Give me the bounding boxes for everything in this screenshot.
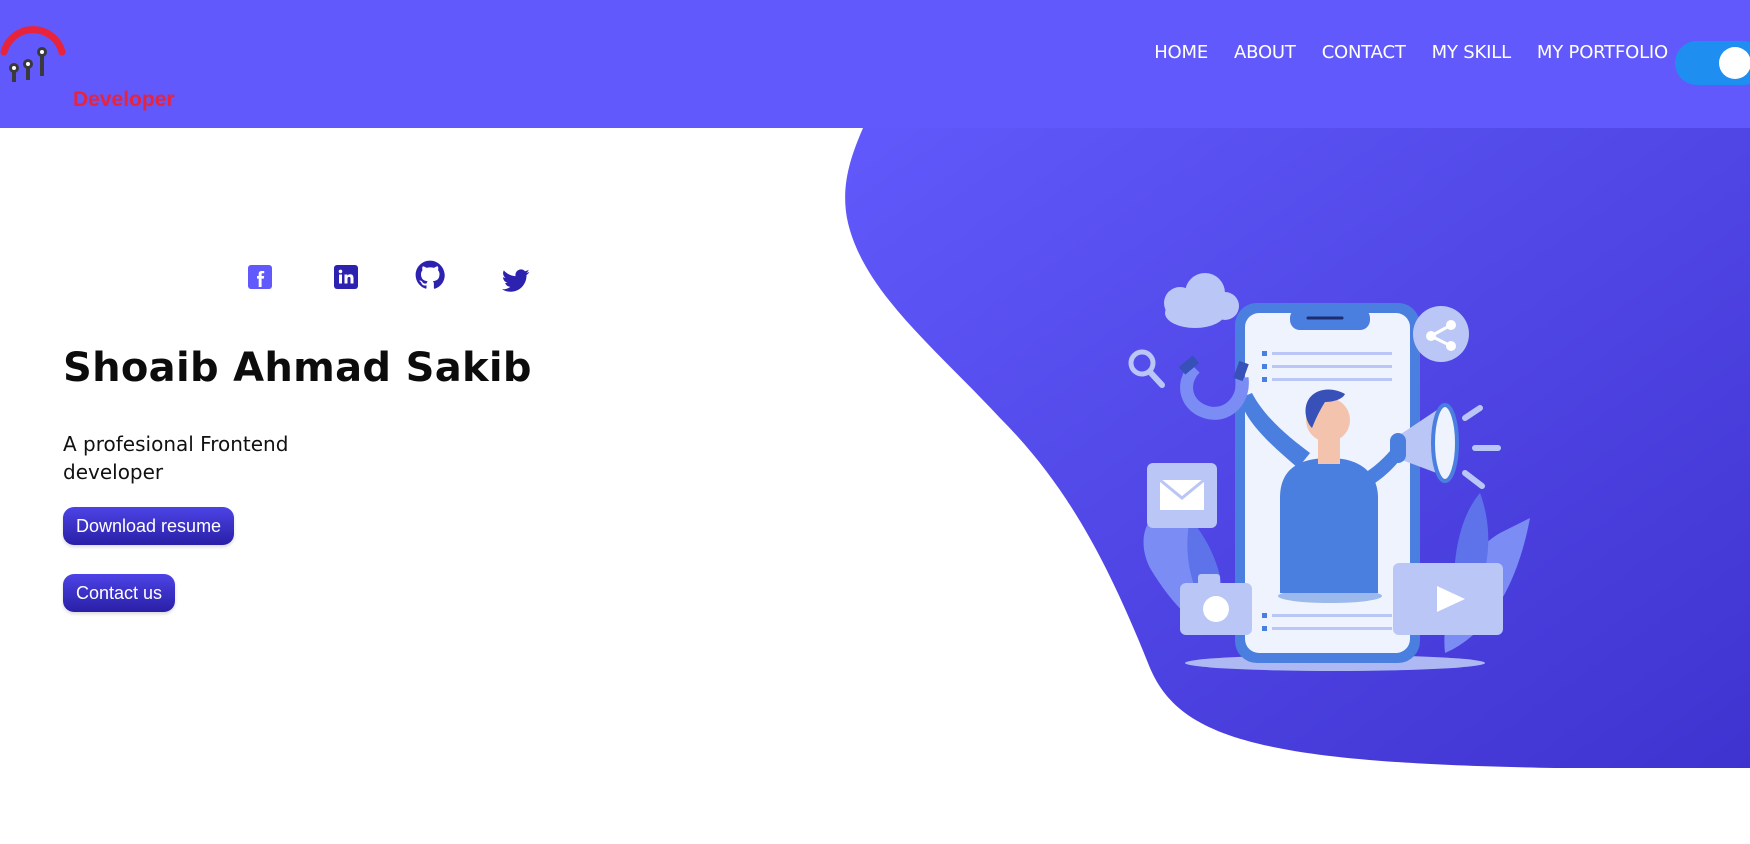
- nav-home[interactable]: HOME: [1154, 42, 1208, 63]
- nav-my-portfolio[interactable]: MY PORTFOLIO: [1537, 42, 1668, 63]
- hero-tagline: A profesional Frontend developer: [63, 432, 289, 484]
- contact-us-button[interactable]: Contact us: [63, 574, 176, 612]
- cloud-icon: [1164, 273, 1239, 328]
- twitter-icon[interactable]: [501, 266, 531, 296]
- github-icon[interactable]: [415, 260, 445, 290]
- hero-name: Shoaib Ahmad Sakib: [63, 345, 532, 391]
- nav-contact[interactable]: CONTACT: [1322, 42, 1406, 63]
- download-resume-button[interactable]: Download resume: [63, 507, 235, 545]
- facebook-icon[interactable]: [245, 262, 275, 292]
- linkedin-icon[interactable]: [331, 262, 361, 292]
- person-body: [1280, 458, 1378, 593]
- site-logo[interactable]: Developer: [0, 22, 200, 111]
- share-icon: [1413, 306, 1469, 362]
- logo-mark-icon: [0, 26, 66, 82]
- nav-my-skill[interactable]: MY SKILL: [1432, 42, 1511, 63]
- toggle-knob: [1719, 47, 1750, 79]
- navbar: Developer HOME ABOUT CONTACT MY SKILL MY…: [0, 0, 1750, 128]
- camera-icon: [1180, 574, 1252, 635]
- mail-icon: [1147, 463, 1217, 528]
- brand-name: Developer: [73, 88, 175, 111]
- play-icon: [1393, 563, 1503, 635]
- magnet-icon: [1178, 355, 1249, 420]
- marketing-illustration: [1128, 273, 1530, 671]
- main-nav: HOME ABOUT CONTACT MY SKILL MY PORTFOLIO: [1154, 42, 1668, 63]
- search-icon: [1128, 349, 1165, 388]
- nav-about[interactable]: ABOUT: [1234, 42, 1296, 63]
- theme-toggle[interactable]: [1675, 41, 1750, 85]
